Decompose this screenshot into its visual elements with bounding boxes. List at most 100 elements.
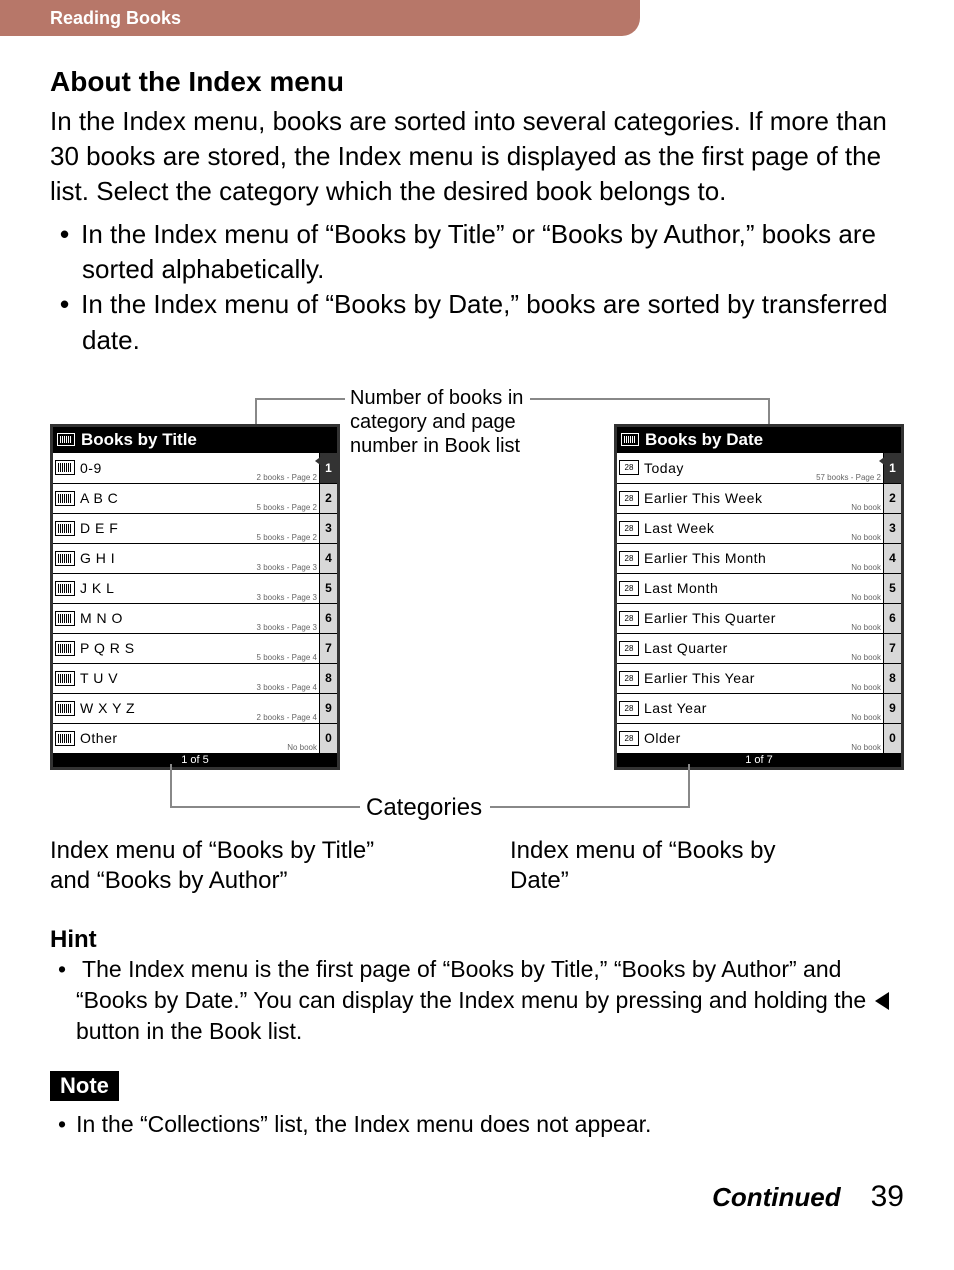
calendar-icon	[619, 671, 639, 686]
connector-line	[170, 764, 172, 808]
books-icon	[55, 701, 75, 716]
calendar-icon	[619, 521, 639, 536]
category-label: Older	[644, 730, 881, 746]
category-meta: No book	[287, 743, 317, 752]
calendar-icon	[619, 611, 639, 626]
category-row[interactable]: Earlier This QuarterNo book	[617, 603, 883, 633]
number-key[interactable]: 7	[883, 633, 901, 663]
number-key[interactable]: 8	[319, 663, 337, 693]
category-meta: 3 books - Page 3	[257, 593, 317, 602]
intro-bullet: In the Index menu of “Books by Title” or…	[60, 217, 904, 287]
page-title: About the Index menu	[50, 66, 904, 98]
books-icon	[55, 551, 75, 566]
diagram-area: Number of books in category and page num…	[50, 386, 904, 916]
category-row[interactable]: A B C5 books - Page 2	[53, 483, 319, 513]
books-icon	[55, 521, 75, 536]
number-key[interactable]: 9	[319, 693, 337, 723]
connector-line	[530, 398, 770, 400]
category-label: Last Year	[644, 700, 881, 716]
category-meta: 57 books - Page 2	[816, 473, 881, 482]
intro-bullet-list: In the Index menu of “Books by Title” or…	[50, 217, 904, 357]
hint-text-b: button in the Book list.	[76, 1018, 302, 1044]
number-key[interactable]: 5	[883, 573, 901, 603]
category-row[interactable]: Earlier This MonthNo book	[617, 543, 883, 573]
books-icon	[55, 611, 75, 626]
category-row[interactable]: Earlier This YearNo book	[617, 663, 883, 693]
note-item: In the “Collections” list, the Index men…	[58, 1109, 904, 1140]
hint-text-a: The Index menu is the first page of “Boo…	[76, 956, 873, 1013]
category-row[interactable]: J K L3 books - Page 3	[53, 573, 319, 603]
connector-line	[688, 764, 690, 808]
number-key[interactable]: 3	[319, 513, 337, 543]
category-row[interactable]: G H I3 books - Page 3	[53, 543, 319, 573]
number-key[interactable]: 5	[319, 573, 337, 603]
number-key[interactable]: 6	[319, 603, 337, 633]
number-key[interactable]: 0	[319, 723, 337, 753]
category-row[interactable]: Last QuarterNo book	[617, 633, 883, 663]
category-row[interactable]: M N O3 books - Page 3	[53, 603, 319, 633]
category-label: Earlier This Quarter	[644, 610, 881, 626]
connector-line	[170, 806, 360, 808]
mini-screen-title: Books by Title	[81, 430, 197, 450]
number-key[interactable]: 9	[883, 693, 901, 723]
number-key[interactable]: 4	[883, 543, 901, 573]
category-row[interactable]: Last WeekNo book	[617, 513, 883, 543]
books-icon	[55, 581, 75, 596]
mini-screen-footer: 1 of 5	[53, 753, 337, 767]
mini-screen-header: Books by Title	[53, 427, 337, 453]
mini-screen-books-by-date: Books by Date Today57 books - Page 2Earl…	[614, 424, 904, 770]
number-key[interactable]: 2	[319, 483, 337, 513]
category-meta: No book	[851, 743, 881, 752]
category-row[interactable]: OtherNo book	[53, 723, 319, 753]
number-key[interactable]: 2	[883, 483, 901, 513]
category-row[interactable]: Earlier This WeekNo book	[617, 483, 883, 513]
category-label: Earlier This Week	[644, 490, 881, 506]
category-row[interactable]: Today57 books - Page 2	[617, 453, 883, 483]
category-row[interactable]: 0-92 books - Page 2	[53, 453, 319, 483]
category-row[interactable]: T U V3 books - Page 4	[53, 663, 319, 693]
category-meta: 3 books - Page 4	[257, 683, 317, 692]
connector-line	[490, 806, 690, 808]
number-key[interactable]: 4	[319, 543, 337, 573]
left-arrow-icon	[875, 992, 889, 1010]
category-label: Earlier This Year	[644, 670, 881, 686]
calendar-icon	[619, 491, 639, 506]
calendar-icon	[619, 641, 639, 656]
number-key[interactable]: 3	[883, 513, 901, 543]
intro-paragraph: In the Index menu, books are sorted into…	[50, 104, 904, 209]
number-key[interactable]: 6	[883, 603, 901, 633]
calendar-icon	[619, 731, 639, 746]
books-icon	[55, 671, 75, 686]
mini-screen-footer: 1 of 7	[617, 753, 901, 767]
hint-title: Hint	[50, 926, 904, 954]
selection-indicator-icon	[315, 455, 323, 467]
category-row[interactable]: Last MonthNo book	[617, 573, 883, 603]
number-key[interactable]: 8	[883, 663, 901, 693]
number-key[interactable]: 0	[883, 723, 901, 753]
category-row[interactable]: W X Y Z2 books - Page 4	[53, 693, 319, 723]
category-meta: No book	[851, 653, 881, 662]
books-icon	[55, 641, 75, 656]
category-row[interactable]: P Q R S5 books - Page 4	[53, 633, 319, 663]
category-meta: 5 books - Page 2	[257, 503, 317, 512]
category-meta: 5 books - Page 4	[257, 653, 317, 662]
category-label: Last Week	[644, 520, 881, 536]
category-label: Other	[80, 730, 317, 746]
number-key[interactable]: 7	[319, 633, 337, 663]
connector-line	[255, 398, 345, 400]
mini-screen-header: Books by Date	[617, 427, 901, 453]
category-list: 0-92 books - Page 2A B C5 books - Page 2…	[53, 453, 319, 753]
calendar-icon	[619, 581, 639, 596]
header-section-label: Reading Books	[50, 8, 181, 29]
page-content: About the Index menu In the Index menu, …	[0, 36, 954, 1160]
caption-left: Index menu of “Books by Title” and “Book…	[50, 836, 400, 896]
category-list: Today57 books - Page 2Earlier This WeekN…	[617, 453, 883, 753]
category-meta: No book	[851, 593, 881, 602]
calendar-icon	[621, 433, 639, 446]
category-row[interactable]: Last YearNo book	[617, 693, 883, 723]
category-row[interactable]: D E F5 books - Page 2	[53, 513, 319, 543]
page-number: 39	[871, 1180, 904, 1214]
category-meta: No book	[851, 563, 881, 572]
category-label: Earlier This Month	[644, 550, 881, 566]
category-row[interactable]: OlderNo book	[617, 723, 883, 753]
